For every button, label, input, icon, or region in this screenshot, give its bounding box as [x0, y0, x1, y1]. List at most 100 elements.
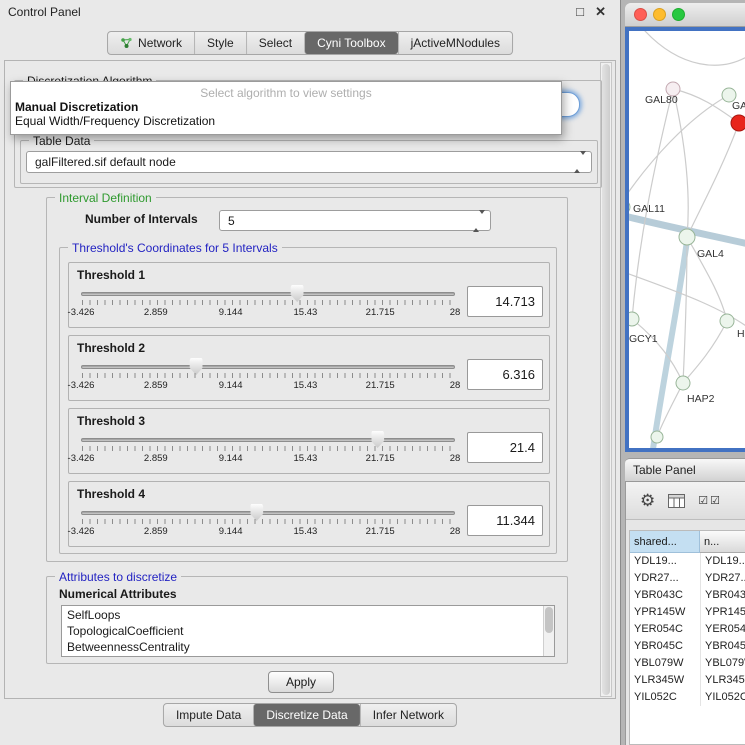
close-traffic-light[interactable]: [634, 8, 647, 21]
attribute-list-item[interactable]: TopologicalCoefficient: [67, 623, 549, 639]
cell-name: YDL19...: [700, 553, 745, 570]
network-node-label: H: [737, 328, 745, 340]
spinner-arrows-icon[interactable]: [473, 214, 485, 228]
spinner-arrows-icon[interactable]: [574, 155, 586, 169]
network-node[interactable]: [676, 376, 690, 390]
apply-button[interactable]: Apply: [268, 671, 334, 693]
algorithm-option[interactable]: Manual Discretization: [11, 100, 561, 114]
attributes-list-scrollbar[interactable]: [543, 606, 554, 656]
slider-ticks: [82, 300, 454, 305]
algorithm-option[interactable]: Equal Width/Frequency Discretization: [11, 114, 561, 128]
slider-scale-label: -3.426: [68, 380, 95, 391]
cell-shared-name: YPR145W: [630, 604, 700, 621]
table-toolbar: ⚙ ☑☑: [626, 482, 745, 520]
tab-cyni-toolbox[interactable]: Cyni Toolbox: [304, 32, 397, 54]
slider-track[interactable]: [81, 292, 455, 296]
column-header-name[interactable]: n...: [700, 531, 745, 553]
close-window-icon[interactable]: ✕: [595, 4, 606, 20]
table-row[interactable]: YDL19...YDL19...: [630, 553, 745, 570]
table-panel-title: Table Panel: [625, 458, 745, 482]
table-row[interactable]: YDR27...YDR27...: [630, 570, 745, 587]
checkbox-icons[interactable]: ☑☑: [698, 494, 722, 507]
slider-scale-label: 2.859: [144, 453, 168, 464]
attribute-list-item[interactable]: BetweennessCentrality: [67, 639, 549, 655]
network-node-label: GAL4: [697, 248, 724, 260]
slider-scale-label: 2.859: [144, 526, 168, 537]
tab-select[interactable]: Select: [246, 32, 304, 54]
node-table: shared... n... YDL19...YDL19...YDR27...Y…: [629, 530, 745, 745]
slider-ticks: [82, 373, 454, 378]
threshold-label: Threshold 2: [77, 341, 145, 355]
table-columns-icon[interactable]: [668, 494, 685, 508]
slider-scale-label: 9.144: [219, 453, 243, 464]
tab-impute-data[interactable]: Impute Data: [164, 704, 253, 726]
table-data-combobox[interactable]: galFiltered.sif default node: [26, 151, 592, 173]
threshold-value-field[interactable]: 21.4: [467, 432, 543, 463]
attributes-group: Attributes to discretize Numerical Attri…: [46, 576, 568, 664]
slider-track[interactable]: [81, 511, 455, 515]
slider-scale-label: 9.144: [219, 307, 243, 318]
network-edge[interactable]: [683, 321, 727, 383]
network-node[interactable]: [720, 314, 734, 328]
cell-name: YBL079W: [700, 655, 745, 672]
control-panel-window: Control Panel □ ✕ Network Style Select Cyni…: [0, 0, 621, 745]
network-node[interactable]: [629, 200, 630, 214]
tab-label: Style: [207, 36, 234, 50]
thresholds-group-label: Threshold's Coordinates for 5 Intervals: [68, 241, 282, 255]
network-canvas[interactable]: GAL80GAGAL11GAL4GCY1HHAP2: [629, 31, 745, 448]
tab-infer-network[interactable]: Infer Network: [360, 704, 456, 726]
table-header-row: shared... n...: [630, 531, 745, 553]
slider-track[interactable]: [81, 365, 455, 369]
table-row[interactable]: YBR043CYBR043C: [630, 587, 745, 604]
slider-track[interactable]: [81, 438, 455, 442]
network-icon: [120, 37, 133, 49]
network-edge[interactable]: [673, 89, 688, 237]
minimize-traffic-light[interactable]: [653, 8, 666, 21]
network-edge[interactable]: [687, 123, 739, 237]
slider-scale: -3.4262.8599.14415.4321.71528: [81, 526, 455, 538]
network-node[interactable]: [651, 431, 663, 443]
slider-scale-label: -3.426: [68, 453, 95, 464]
threshold-slider[interactable]: -3.4262.8599.14415.4321.71528: [79, 283, 457, 327]
tab-network[interactable]: Network: [108, 32, 194, 54]
tab-discretize-data[interactable]: Discretize Data: [253, 704, 359, 726]
threshold-slider[interactable]: -3.4262.8599.14415.4321.71528: [79, 429, 457, 473]
screen: Control Panel □ ✕ Network Style Select Cyni…: [0, 0, 745, 745]
threshold-value-field[interactable]: 11.344: [467, 505, 543, 536]
network-node[interactable]: [731, 115, 745, 131]
tab-jactivemnodules[interactable]: jActiveMNodules: [398, 32, 512, 54]
float-window-icon[interactable]: □: [576, 4, 584, 19]
network-edge[interactable]: [629, 95, 729, 203]
zoom-traffic-light[interactable]: [672, 8, 685, 21]
table-row[interactable]: YLR345WYLR345W: [630, 672, 745, 689]
cell-name: YBR043C: [700, 587, 745, 604]
network-node[interactable]: [629, 312, 639, 326]
table-row[interactable]: YPR145WYPR145W: [630, 604, 745, 621]
table-row[interactable]: YIL052CYIL052C: [630, 689, 745, 706]
network-edge[interactable]: [645, 31, 745, 65]
num-intervals-combobox[interactable]: 5: [219, 210, 491, 231]
threshold-label: Threshold 4: [77, 487, 145, 501]
table-row[interactable]: YER054CYER054C: [630, 621, 745, 638]
network-node[interactable]: [679, 229, 695, 245]
slider-scale-label: 15.43: [294, 453, 318, 464]
table-row[interactable]: YBR045CYBR045C: [630, 638, 745, 655]
threshold-value-field[interactable]: 6.316: [467, 359, 543, 390]
numerical-attributes-label: Numerical Attributes: [59, 587, 177, 601]
threshold-slider[interactable]: -3.4262.8599.14415.4321.71528: [79, 502, 457, 546]
tab-style[interactable]: Style: [194, 32, 246, 54]
attribute-list-item[interactable]: SelfLoops: [67, 607, 549, 623]
slider-ticks: [82, 446, 454, 451]
numerical-attributes-list[interactable]: SelfLoopsTopologicalCoefficientBetweenne…: [61, 605, 555, 657]
bottom-tab-bar: Impute DataDiscretize DataInfer Network: [163, 703, 457, 727]
gear-icon[interactable]: ⚙: [640, 492, 655, 509]
table-row[interactable]: YBL079WYBL079W: [630, 655, 745, 672]
tab-label: Cyni Toolbox: [317, 36, 385, 50]
cell-name: YER054C: [700, 621, 745, 638]
threshold-value-field[interactable]: 14.713: [467, 286, 543, 317]
cell-shared-name: YLR345W: [630, 672, 700, 689]
network-node-label: GA: [732, 100, 745, 112]
threshold-slider[interactable]: -3.4262.8599.14415.4321.71528: [79, 356, 457, 400]
window-title: Control Panel: [8, 5, 81, 19]
column-header-shared-name[interactable]: shared...: [630, 531, 700, 553]
